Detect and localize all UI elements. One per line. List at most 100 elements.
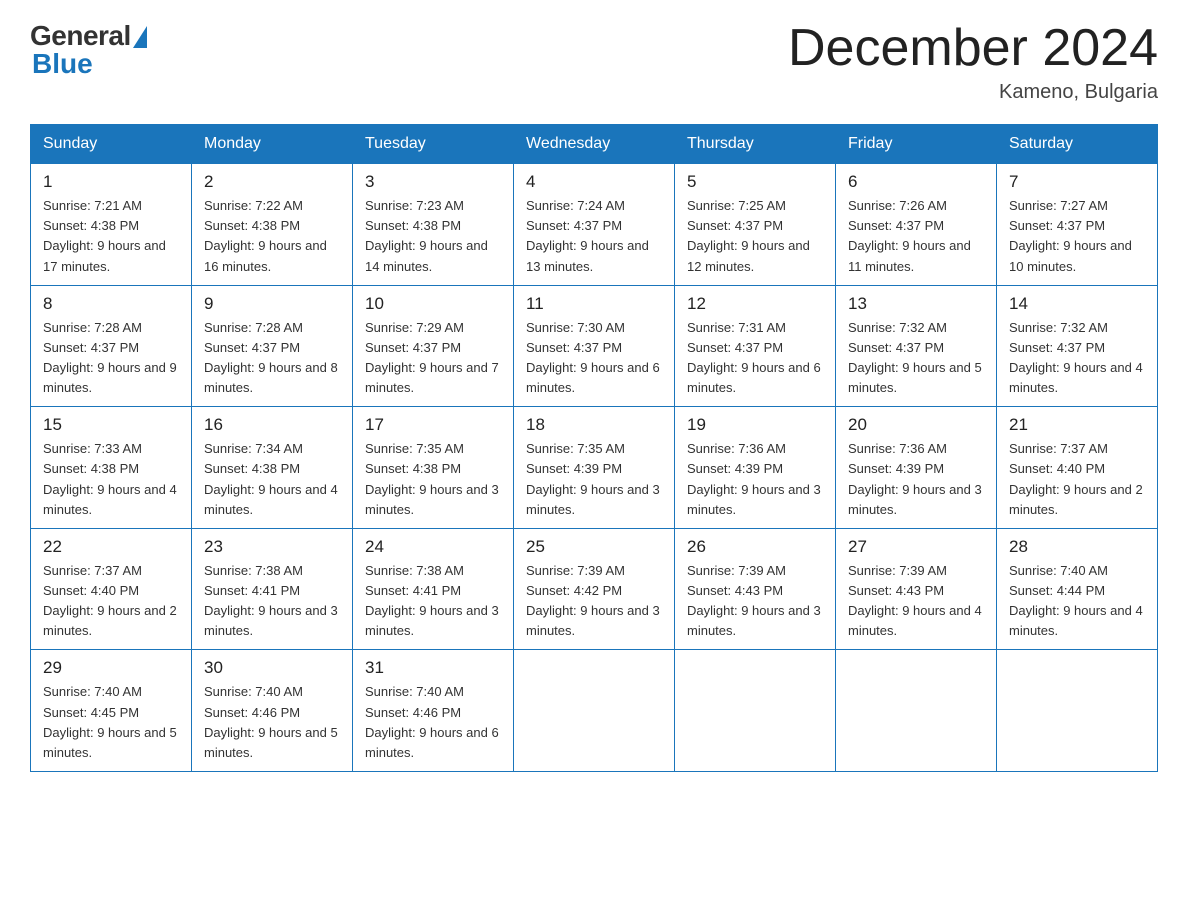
day-info: Sunrise: 7:36 AMSunset: 4:39 PMDaylight:… bbox=[848, 439, 984, 520]
calendar-table: SundayMondayTuesdayWednesdayThursdayFrid… bbox=[30, 124, 1158, 772]
day-info: Sunrise: 7:32 AMSunset: 4:37 PMDaylight:… bbox=[1009, 318, 1145, 399]
calendar-header-wednesday: Wednesday bbox=[514, 125, 675, 164]
day-number: 28 bbox=[1009, 537, 1145, 557]
calendar-week-row: 22 Sunrise: 7:37 AMSunset: 4:40 PMDaylig… bbox=[31, 528, 1158, 650]
day-number: 5 bbox=[687, 172, 823, 192]
day-number: 1 bbox=[43, 172, 179, 192]
calendar-day-cell: 22 Sunrise: 7:37 AMSunset: 4:40 PMDaylig… bbox=[31, 528, 192, 650]
day-info: Sunrise: 7:26 AMSunset: 4:37 PMDaylight:… bbox=[848, 196, 984, 277]
day-number: 14 bbox=[1009, 294, 1145, 314]
day-number: 25 bbox=[526, 537, 662, 557]
calendar-day-cell: 4 Sunrise: 7:24 AMSunset: 4:37 PMDayligh… bbox=[514, 164, 675, 286]
calendar-day-cell: 6 Sunrise: 7:26 AMSunset: 4:37 PMDayligh… bbox=[836, 164, 997, 286]
calendar-day-cell: 8 Sunrise: 7:28 AMSunset: 4:37 PMDayligh… bbox=[31, 285, 192, 407]
day-info: Sunrise: 7:29 AMSunset: 4:37 PMDaylight:… bbox=[365, 318, 501, 399]
calendar-day-cell: 10 Sunrise: 7:29 AMSunset: 4:37 PMDaylig… bbox=[353, 285, 514, 407]
calendar-day-cell bbox=[514, 650, 675, 772]
day-info: Sunrise: 7:39 AMSunset: 4:43 PMDaylight:… bbox=[687, 561, 823, 642]
day-info: Sunrise: 7:21 AMSunset: 4:38 PMDaylight:… bbox=[43, 196, 179, 277]
day-number: 20 bbox=[848, 415, 984, 435]
calendar-header-thursday: Thursday bbox=[675, 125, 836, 164]
day-number: 2 bbox=[204, 172, 340, 192]
day-number: 23 bbox=[204, 537, 340, 557]
day-info: Sunrise: 7:40 AMSunset: 4:45 PMDaylight:… bbox=[43, 682, 179, 763]
calendar-week-row: 15 Sunrise: 7:33 AMSunset: 4:38 PMDaylig… bbox=[31, 407, 1158, 529]
day-number: 12 bbox=[687, 294, 823, 314]
calendar-header-friday: Friday bbox=[836, 125, 997, 164]
day-number: 21 bbox=[1009, 415, 1145, 435]
calendar-day-cell: 29 Sunrise: 7:40 AMSunset: 4:45 PMDaylig… bbox=[31, 650, 192, 772]
calendar-day-cell: 13 Sunrise: 7:32 AMSunset: 4:37 PMDaylig… bbox=[836, 285, 997, 407]
calendar-week-row: 29 Sunrise: 7:40 AMSunset: 4:45 PMDaylig… bbox=[31, 650, 1158, 772]
day-number: 3 bbox=[365, 172, 501, 192]
day-number: 17 bbox=[365, 415, 501, 435]
day-number: 10 bbox=[365, 294, 501, 314]
calendar-day-cell: 11 Sunrise: 7:30 AMSunset: 4:37 PMDaylig… bbox=[514, 285, 675, 407]
calendar-day-cell: 17 Sunrise: 7:35 AMSunset: 4:38 PMDaylig… bbox=[353, 407, 514, 529]
calendar-day-cell: 3 Sunrise: 7:23 AMSunset: 4:38 PMDayligh… bbox=[353, 164, 514, 286]
day-number: 13 bbox=[848, 294, 984, 314]
calendar-day-cell: 9 Sunrise: 7:28 AMSunset: 4:37 PMDayligh… bbox=[192, 285, 353, 407]
day-info: Sunrise: 7:28 AMSunset: 4:37 PMDaylight:… bbox=[43, 318, 179, 399]
month-title: December 2024 bbox=[788, 20, 1158, 77]
day-info: Sunrise: 7:22 AMSunset: 4:38 PMDaylight:… bbox=[204, 196, 340, 277]
calendar-day-cell bbox=[997, 650, 1158, 772]
day-info: Sunrise: 7:37 AMSunset: 4:40 PMDaylight:… bbox=[43, 561, 179, 642]
logo-blue-text: Blue bbox=[32, 48, 93, 80]
calendar-day-cell: 21 Sunrise: 7:37 AMSunset: 4:40 PMDaylig… bbox=[997, 407, 1158, 529]
day-number: 18 bbox=[526, 415, 662, 435]
day-info: Sunrise: 7:28 AMSunset: 4:37 PMDaylight:… bbox=[204, 318, 340, 399]
day-info: Sunrise: 7:23 AMSunset: 4:38 PMDaylight:… bbox=[365, 196, 501, 277]
day-number: 9 bbox=[204, 294, 340, 314]
calendar-day-cell: 19 Sunrise: 7:36 AMSunset: 4:39 PMDaylig… bbox=[675, 407, 836, 529]
day-info: Sunrise: 7:40 AMSunset: 4:46 PMDaylight:… bbox=[204, 682, 340, 763]
location-label: Kameno, Bulgaria bbox=[788, 81, 1158, 104]
calendar-day-cell: 18 Sunrise: 7:35 AMSunset: 4:39 PMDaylig… bbox=[514, 407, 675, 529]
day-info: Sunrise: 7:33 AMSunset: 4:38 PMDaylight:… bbox=[43, 439, 179, 520]
day-info: Sunrise: 7:38 AMSunset: 4:41 PMDaylight:… bbox=[365, 561, 501, 642]
day-number: 31 bbox=[365, 658, 501, 678]
day-info: Sunrise: 7:31 AMSunset: 4:37 PMDaylight:… bbox=[687, 318, 823, 399]
calendar-day-cell: 2 Sunrise: 7:22 AMSunset: 4:38 PMDayligh… bbox=[192, 164, 353, 286]
day-number: 11 bbox=[526, 294, 662, 314]
day-number: 27 bbox=[848, 537, 984, 557]
day-info: Sunrise: 7:35 AMSunset: 4:39 PMDaylight:… bbox=[526, 439, 662, 520]
calendar-day-cell: 28 Sunrise: 7:40 AMSunset: 4:44 PMDaylig… bbox=[997, 528, 1158, 650]
calendar-header-sunday: Sunday bbox=[31, 125, 192, 164]
day-number: 24 bbox=[365, 537, 501, 557]
day-info: Sunrise: 7:30 AMSunset: 4:37 PMDaylight:… bbox=[526, 318, 662, 399]
day-info: Sunrise: 7:40 AMSunset: 4:44 PMDaylight:… bbox=[1009, 561, 1145, 642]
calendar-week-row: 8 Sunrise: 7:28 AMSunset: 4:37 PMDayligh… bbox=[31, 285, 1158, 407]
calendar-day-cell: 16 Sunrise: 7:34 AMSunset: 4:38 PMDaylig… bbox=[192, 407, 353, 529]
calendar-day-cell: 25 Sunrise: 7:39 AMSunset: 4:42 PMDaylig… bbox=[514, 528, 675, 650]
day-number: 4 bbox=[526, 172, 662, 192]
day-number: 29 bbox=[43, 658, 179, 678]
calendar-day-cell: 1 Sunrise: 7:21 AMSunset: 4:38 PMDayligh… bbox=[31, 164, 192, 286]
calendar-day-cell: 27 Sunrise: 7:39 AMSunset: 4:43 PMDaylig… bbox=[836, 528, 997, 650]
calendar-day-cell: 23 Sunrise: 7:38 AMSunset: 4:41 PMDaylig… bbox=[192, 528, 353, 650]
calendar-header-tuesday: Tuesday bbox=[353, 125, 514, 164]
logo-triangle-icon bbox=[133, 26, 147, 48]
calendar-day-cell: 15 Sunrise: 7:33 AMSunset: 4:38 PMDaylig… bbox=[31, 407, 192, 529]
day-info: Sunrise: 7:32 AMSunset: 4:37 PMDaylight:… bbox=[848, 318, 984, 399]
calendar-day-cell bbox=[675, 650, 836, 772]
calendar-day-cell: 20 Sunrise: 7:36 AMSunset: 4:39 PMDaylig… bbox=[836, 407, 997, 529]
calendar-week-row: 1 Sunrise: 7:21 AMSunset: 4:38 PMDayligh… bbox=[31, 164, 1158, 286]
day-number: 26 bbox=[687, 537, 823, 557]
calendar-day-cell: 14 Sunrise: 7:32 AMSunset: 4:37 PMDaylig… bbox=[997, 285, 1158, 407]
day-info: Sunrise: 7:39 AMSunset: 4:42 PMDaylight:… bbox=[526, 561, 662, 642]
calendar-day-cell: 26 Sunrise: 7:39 AMSunset: 4:43 PMDaylig… bbox=[675, 528, 836, 650]
calendar-day-cell bbox=[836, 650, 997, 772]
calendar-header-monday: Monday bbox=[192, 125, 353, 164]
day-info: Sunrise: 7:39 AMSunset: 4:43 PMDaylight:… bbox=[848, 561, 984, 642]
calendar-day-cell: 12 Sunrise: 7:31 AMSunset: 4:37 PMDaylig… bbox=[675, 285, 836, 407]
calendar-header-saturday: Saturday bbox=[997, 125, 1158, 164]
day-info: Sunrise: 7:24 AMSunset: 4:37 PMDaylight:… bbox=[526, 196, 662, 277]
title-area: December 2024 Kameno, Bulgaria bbox=[788, 20, 1158, 104]
day-info: Sunrise: 7:27 AMSunset: 4:37 PMDaylight:… bbox=[1009, 196, 1145, 277]
calendar-day-cell: 30 Sunrise: 7:40 AMSunset: 4:46 PMDaylig… bbox=[192, 650, 353, 772]
calendar-day-cell: 7 Sunrise: 7:27 AMSunset: 4:37 PMDayligh… bbox=[997, 164, 1158, 286]
calendar-day-cell: 5 Sunrise: 7:25 AMSunset: 4:37 PMDayligh… bbox=[675, 164, 836, 286]
calendar-day-cell: 24 Sunrise: 7:38 AMSunset: 4:41 PMDaylig… bbox=[353, 528, 514, 650]
day-number: 30 bbox=[204, 658, 340, 678]
